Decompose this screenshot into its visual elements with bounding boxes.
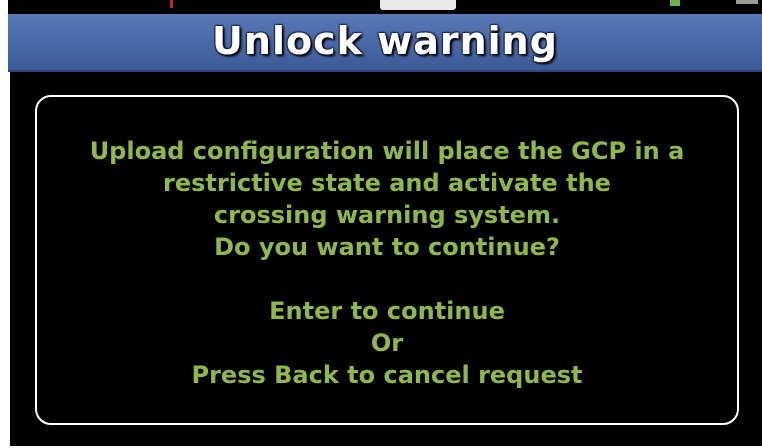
cancel-prompt: Press Back to cancel request — [191, 361, 583, 389]
message-line-2: restrictive state and activate the — [163, 169, 611, 197]
message-line-1: Upload configuration will place the GCP … — [89, 137, 685, 165]
message-line-4: Do you want to continue? — [214, 233, 560, 261]
device-screen: Unlock warning Upload configuration will… — [0, 0, 762, 448]
status-marker-gray — [736, 0, 758, 4]
status-marker-white — [380, 0, 456, 10]
dialog-left-border — [8, 72, 10, 446]
status-marker-green — [670, 0, 680, 6]
dialog-title: Unlock warning — [212, 19, 558, 63]
continue-prompt: Enter to continue — [269, 297, 505, 325]
warning-message-box: Upload configuration will place the GCP … — [35, 95, 739, 425]
dialog-title-bar: Unlock warning — [8, 14, 762, 72]
unlock-warning-dialog: Unlock warning Upload configuration will… — [8, 14, 762, 446]
or-text: Or — [370, 329, 404, 357]
message-line-3: crossing warning system. — [213, 201, 561, 229]
warning-message: Upload configuration will place the GCP … — [37, 135, 737, 391]
status-marker-red — [170, 0, 173, 8]
background-status-strip — [8, 0, 762, 14]
